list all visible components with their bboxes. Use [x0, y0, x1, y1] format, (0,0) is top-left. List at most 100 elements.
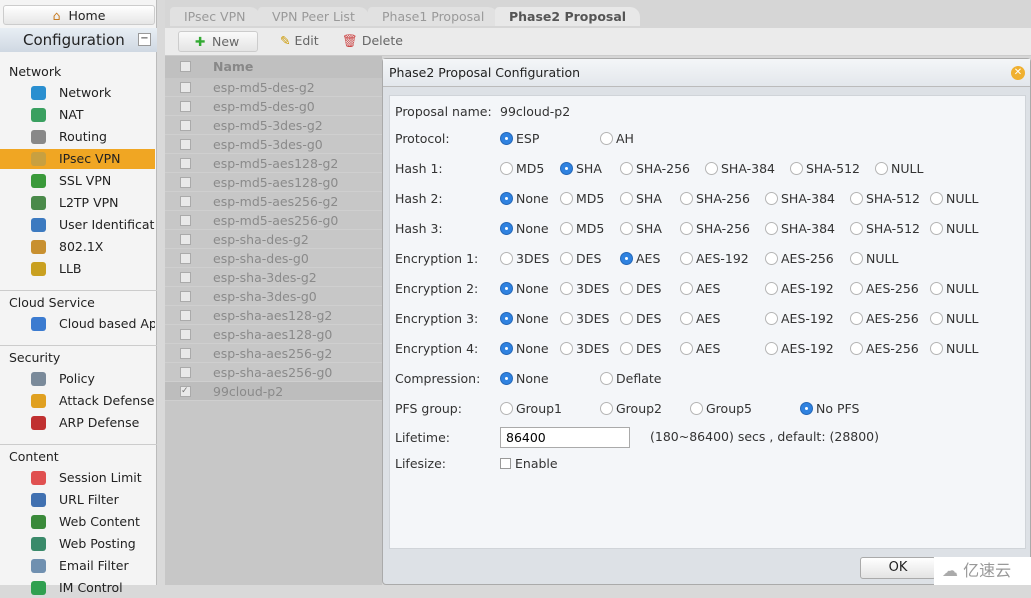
radio-button[interactable] — [620, 252, 633, 265]
table-row[interactable]: esp-md5-aes256-g0 — [165, 211, 382, 230]
hash-2-radio-sha-384[interactable]: SHA-384 — [765, 191, 835, 206]
table-row[interactable]: esp-md5-aes256-g2 — [165, 192, 382, 211]
pfs-group-radio-group2[interactable]: Group2 — [600, 401, 662, 416]
encryption-4-radio-des[interactable]: DES — [620, 341, 661, 356]
radio-button[interactable] — [620, 192, 633, 205]
hash-2-radio-sha-512[interactable]: SHA-512 — [850, 191, 920, 206]
hash-1-radio-sha[interactable]: SHA — [560, 161, 602, 176]
encryption-1-radio-3des[interactable]: 3DES — [500, 251, 549, 266]
row-checkbox[interactable] — [180, 177, 191, 188]
radio-button[interactable] — [500, 402, 513, 415]
sidebar-item-user-identification[interactable]: User Identification — [0, 215, 155, 235]
table-row[interactable]: esp-sha-des-g0 — [165, 249, 382, 268]
table-row[interactable]: esp-sha-3des-g0 — [165, 287, 382, 306]
row-checkbox[interactable]: ✓ — [180, 386, 191, 397]
sidebar-item-im-control[interactable]: IM Control — [0, 578, 155, 598]
sidebar-item-802-1x[interactable]: 802.1X — [0, 237, 155, 257]
radio-button[interactable] — [600, 402, 613, 415]
collapse-button[interactable]: − — [138, 33, 151, 46]
encryption-4-radio-3des[interactable]: 3DES — [560, 341, 609, 356]
ok-button[interactable]: OK — [860, 557, 936, 579]
table-row[interactable]: esp-sha-des-g2 — [165, 230, 382, 249]
sidebar-item-llb[interactable]: LLB — [0, 259, 155, 279]
hash-2-radio-sha[interactable]: SHA — [620, 191, 662, 206]
encryption-3-radio-aes[interactable]: AES — [680, 311, 720, 326]
table-row[interactable]: esp-sha-aes128-g0 — [165, 325, 382, 344]
radio-button[interactable] — [680, 282, 693, 295]
radio-button[interactable] — [930, 312, 943, 325]
encryption-2-radio-none[interactable]: None — [500, 281, 549, 296]
sidebar-item-ipsec-vpn[interactable]: IPsec VPN — [0, 149, 155, 169]
radio-button[interactable] — [500, 132, 513, 145]
hash-3-radio-sha-256[interactable]: SHA-256 — [680, 221, 750, 236]
radio-button[interactable] — [500, 252, 513, 265]
sidebar-item-web-posting[interactable]: Web Posting — [0, 534, 155, 554]
radio-button[interactable] — [705, 162, 718, 175]
radio-button[interactable] — [560, 342, 573, 355]
row-checkbox[interactable] — [180, 139, 191, 150]
radio-button[interactable] — [560, 282, 573, 295]
hash-3-radio-none[interactable]: None — [500, 221, 549, 236]
sidebar-item-arp-defense[interactable]: ARP Defense — [0, 413, 155, 433]
row-checkbox[interactable] — [180, 310, 191, 321]
encryption-3-radio-3des[interactable]: 3DES — [560, 311, 609, 326]
encryption-3-radio-aes-192[interactable]: AES-192 — [765, 311, 834, 326]
table-row[interactable]: ✓ 99cloud-p2 — [165, 382, 382, 401]
radio-button[interactable] — [850, 282, 863, 295]
radio-button[interactable] — [620, 222, 633, 235]
radio-button[interactable] — [500, 192, 513, 205]
hash-1-radio-md5[interactable]: MD5 — [500, 161, 544, 176]
hash-2-radio-md5[interactable]: MD5 — [560, 191, 604, 206]
radio-button[interactable] — [765, 192, 778, 205]
row-checkbox[interactable] — [180, 329, 191, 340]
radio-button[interactable] — [765, 222, 778, 235]
radio-button[interactable] — [765, 252, 778, 265]
radio-button[interactable] — [560, 192, 573, 205]
select-all-checkbox[interactable] — [180, 61, 191, 72]
radio-button[interactable] — [690, 402, 703, 415]
sidebar-item-email-filter[interactable]: Email Filter — [0, 556, 155, 576]
table-row[interactable]: esp-sha-aes256-g2 — [165, 344, 382, 363]
radio-button[interactable] — [850, 342, 863, 355]
encryption-2-radio-3des[interactable]: 3DES — [560, 281, 609, 296]
lifetime-input[interactable] — [500, 427, 630, 448]
encryption-1-radio-aes-256[interactable]: AES-256 — [765, 251, 834, 266]
encryption-3-radio-null[interactable]: NULL — [930, 311, 978, 326]
sidebar-item-session-limit[interactable]: Session Limit — [0, 468, 155, 488]
radio-button[interactable] — [850, 192, 863, 205]
table-row[interactable]: esp-sha-aes128-g2 — [165, 306, 382, 325]
sidebar-item-cloud-based-app[interactable]: Cloud based App — [0, 314, 155, 334]
pfs-group-radio-group1[interactable]: Group1 — [500, 401, 562, 416]
radio-button[interactable] — [765, 312, 778, 325]
sidebar-item-attack-defense[interactable]: Attack Defense — [0, 391, 155, 411]
row-checkbox[interactable] — [180, 101, 191, 112]
radio-button[interactable] — [560, 162, 573, 175]
radio-button[interactable] — [560, 252, 573, 265]
row-checkbox[interactable] — [180, 291, 191, 302]
radio-button[interactable] — [790, 162, 803, 175]
sidebar-item-policy[interactable]: Policy — [0, 369, 155, 389]
row-checkbox[interactable] — [180, 348, 191, 359]
table-row[interactable]: esp-md5-aes128-g2 — [165, 154, 382, 173]
sidebar-item-l2tp-vpn[interactable]: L2TP VPN — [0, 193, 155, 213]
radio-button[interactable] — [500, 342, 513, 355]
row-checkbox[interactable] — [180, 196, 191, 207]
hash-1-radio-sha-512[interactable]: SHA-512 — [790, 161, 860, 176]
configuration-header[interactable]: Configuration − — [0, 28, 157, 52]
radio-button[interactable] — [620, 162, 633, 175]
radio-button[interactable] — [620, 312, 633, 325]
encryption-4-radio-aes-192[interactable]: AES-192 — [765, 341, 834, 356]
row-checkbox[interactable] — [180, 272, 191, 283]
radio-button[interactable] — [500, 312, 513, 325]
row-checkbox[interactable] — [180, 120, 191, 131]
radio-button[interactable] — [620, 342, 633, 355]
table-row[interactable]: esp-sha-aes256-g0 — [165, 363, 382, 382]
new-button[interactable]: ✚ New — [178, 31, 258, 52]
table-row[interactable]: esp-md5-3des-g0 — [165, 135, 382, 154]
radio-button[interactable] — [765, 342, 778, 355]
radio-button[interactable] — [560, 222, 573, 235]
radio-button[interactable] — [680, 222, 693, 235]
encryption-3-radio-des[interactable]: DES — [620, 311, 661, 326]
row-checkbox[interactable] — [180, 367, 191, 378]
row-checkbox[interactable] — [180, 215, 191, 226]
